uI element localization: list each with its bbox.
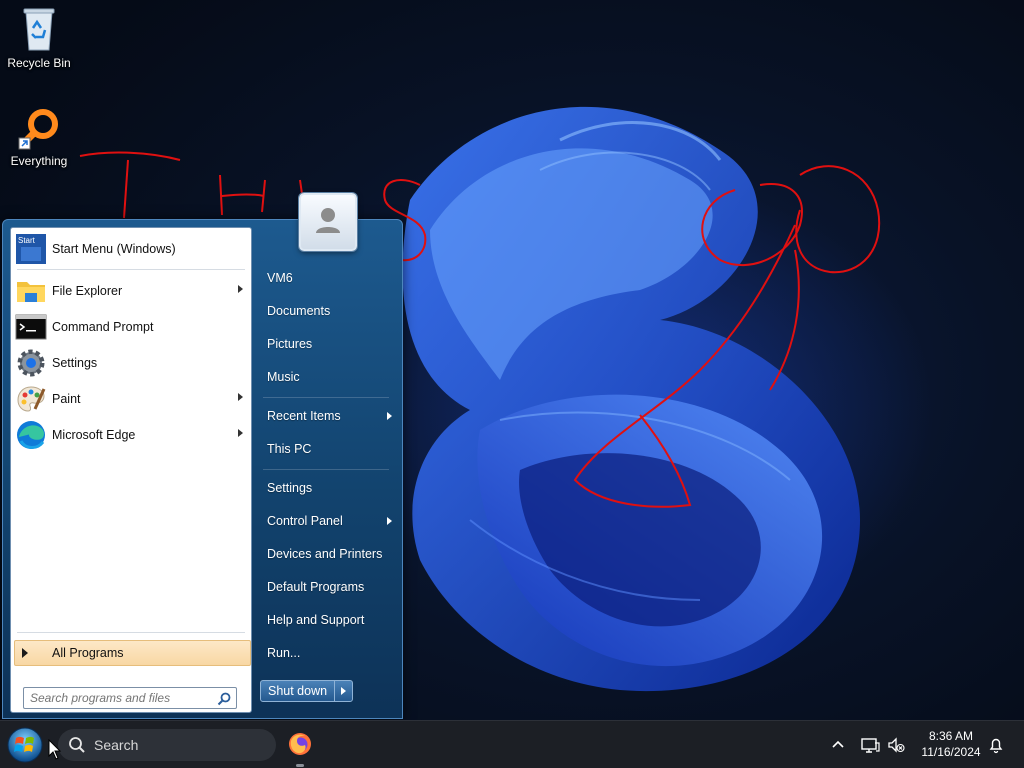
right-item-label: Run... bbox=[267, 646, 301, 660]
right-item-label: Control Panel bbox=[267, 514, 343, 528]
start-search-input[interactable] bbox=[24, 688, 209, 708]
search-icon[interactable] bbox=[216, 691, 232, 707]
clock-time: 8:36 AM bbox=[928, 729, 974, 743]
right-item-label: This PC bbox=[267, 442, 312, 456]
right-item-this-pc[interactable]: This PC bbox=[260, 435, 396, 463]
firefox-icon[interactable] bbox=[288, 732, 312, 756]
pinned-label: Paint bbox=[52, 392, 81, 406]
all-programs-button[interactable]: All Programs bbox=[14, 640, 251, 666]
svg-text:Start: Start bbox=[18, 236, 36, 245]
submenu-arrow-icon bbox=[238, 429, 243, 437]
pinned-label: Command Prompt bbox=[52, 320, 154, 334]
right-item-devices-and-printers[interactable]: Devices and Printers bbox=[260, 540, 396, 568]
start-orb-button[interactable] bbox=[6, 726, 44, 764]
right-item-user-folder[interactable]: VM6 bbox=[260, 264, 396, 292]
pinned-file-explorer[interactable]: File Explorer bbox=[13, 274, 249, 308]
right-item-default-programs[interactable]: Default Programs bbox=[260, 573, 396, 601]
taskbar: Search 8:36 AM 11/16/2024 bbox=[0, 720, 1024, 768]
start-menu-programs-pane: Start Start Menu (Windows) File Explorer… bbox=[10, 227, 252, 713]
recycle-bin-icon bbox=[23, 8, 55, 51]
system-clock[interactable]: 8:36 AM 11/16/2024 bbox=[912, 729, 990, 759]
pinned-label: Start Menu (Windows) bbox=[52, 242, 176, 256]
edge-icon bbox=[17, 421, 45, 449]
taskbar-search-label: Search bbox=[94, 737, 139, 753]
pinned-label: Settings bbox=[52, 356, 98, 370]
right-item-pictures[interactable]: Pictures bbox=[260, 330, 396, 358]
shutdown-options-button[interactable] bbox=[334, 681, 352, 701]
right-item-label: Pictures bbox=[267, 337, 313, 351]
submenu-arrow-icon bbox=[238, 393, 243, 401]
everything-search-icon bbox=[18, 109, 58, 150]
right-item-control-panel[interactable]: Control Panel bbox=[260, 507, 396, 535]
volume-muted-icon[interactable] bbox=[886, 735, 906, 755]
pinned-command-prompt[interactable]: Command Prompt bbox=[13, 310, 249, 344]
start-menu-app-icon: Start bbox=[16, 234, 46, 264]
right-item-settings[interactable]: Settings bbox=[260, 474, 396, 502]
right-item-label: Help and Support bbox=[267, 613, 365, 627]
separator bbox=[263, 469, 389, 470]
clock-date: 11/16/2024 bbox=[921, 745, 981, 759]
right-item-music[interactable]: Music bbox=[260, 363, 396, 391]
pinned-start-menu-windows[interactable]: Start Start Menu (Windows) bbox=[13, 232, 249, 266]
right-item-label: Documents bbox=[267, 304, 331, 318]
pinned-paint[interactable]: Paint bbox=[13, 382, 249, 416]
folder-icon bbox=[17, 282, 45, 302]
pinned-label: Microsoft Edge bbox=[52, 428, 136, 442]
right-item-label: Settings bbox=[267, 481, 313, 495]
command-prompt-icon bbox=[15, 314, 47, 340]
notification-bell-icon[interactable] bbox=[986, 735, 1006, 755]
all-programs-label: All Programs bbox=[52, 646, 124, 660]
desktop-icon-label: Everything bbox=[10, 154, 68, 168]
start-search-box[interactable] bbox=[23, 687, 237, 709]
mouse-cursor-icon bbox=[48, 739, 62, 760]
shutdown-button[interactable]: Shut down bbox=[261, 681, 334, 701]
desktop-icon-everything[interactable]: Everything bbox=[0, 106, 78, 168]
right-item-label: Devices and Printers bbox=[267, 547, 383, 561]
running-app-indicator bbox=[296, 764, 304, 767]
right-item-label: Recent Items bbox=[267, 409, 341, 423]
submenu-arrow-icon bbox=[387, 517, 392, 525]
right-item-label: Default Programs bbox=[267, 580, 365, 594]
network-icon[interactable] bbox=[860, 735, 880, 755]
right-item-help-and-support[interactable]: Help and Support bbox=[260, 606, 396, 634]
pinned-microsoft-edge[interactable]: Microsoft Edge bbox=[13, 418, 249, 452]
user-account-picture[interactable] bbox=[299, 193, 357, 251]
expand-triangle-icon bbox=[22, 648, 28, 658]
separator bbox=[263, 397, 389, 398]
taskbar-search-box[interactable]: Search bbox=[58, 729, 276, 761]
paint-palette-icon bbox=[17, 386, 46, 412]
desktop-icon-recycle-bin[interactable]: Recycle Bin bbox=[0, 6, 78, 70]
search-icon bbox=[69, 737, 85, 753]
submenu-arrow-icon bbox=[387, 412, 392, 420]
start-menu: Start Start Menu (Windows) File Explorer… bbox=[2, 193, 403, 719]
pinned-settings[interactable]: Settings bbox=[13, 346, 249, 380]
chevron-up-icon[interactable] bbox=[828, 735, 848, 755]
separator bbox=[17, 632, 245, 633]
right-item-run[interactable]: Run... bbox=[260, 639, 396, 667]
separator bbox=[17, 269, 245, 270]
right-item-recent-items[interactable]: Recent Items bbox=[260, 402, 396, 430]
shutdown-button-group: Shut down bbox=[260, 680, 354, 702]
right-item-label: VM6 bbox=[267, 271, 293, 285]
user-avatar-icon bbox=[316, 208, 340, 233]
desktop-icon-label: Recycle Bin bbox=[7, 56, 71, 70]
gear-icon bbox=[17, 349, 45, 377]
pinned-label: File Explorer bbox=[52, 284, 123, 298]
right-item-documents[interactable]: Documents bbox=[260, 297, 396, 325]
right-item-label: Music bbox=[267, 370, 300, 384]
submenu-arrow-icon bbox=[238, 285, 243, 293]
